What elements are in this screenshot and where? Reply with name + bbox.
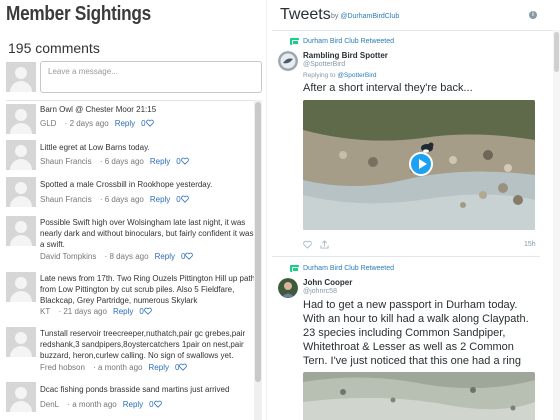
heart-icon xyxy=(153,400,162,408)
heart-icon xyxy=(185,252,194,260)
avatar xyxy=(6,272,36,302)
comment-meta: Shaun Francis · 6 days ago Reply 0 xyxy=(40,157,189,166)
heart-icon xyxy=(303,240,312,249)
reply-button[interactable]: Reply xyxy=(150,157,170,166)
heart-icon xyxy=(144,307,152,315)
avatar xyxy=(6,327,36,357)
share-icon xyxy=(320,240,329,249)
reply-button[interactable]: Reply xyxy=(113,307,133,316)
comment-time[interactable]: a month ago xyxy=(98,363,142,372)
comment-time[interactable]: 2 days ago xyxy=(70,119,109,128)
user-avatar xyxy=(6,62,36,92)
avatar xyxy=(6,216,36,246)
comment-meta: KT · 21 days ago Reply 0 xyxy=(40,307,152,316)
comment-author[interactable]: Shaun Francis xyxy=(40,157,92,166)
comment-meta: David Tompkins · 8 days ago Reply 0 xyxy=(40,252,194,261)
tweet-photo xyxy=(303,372,535,420)
comment-author[interactable]: DenL xyxy=(40,400,59,409)
column-separator xyxy=(266,0,267,420)
heart-icon xyxy=(180,157,189,165)
avatar xyxy=(6,382,36,412)
like-button[interactable]: 0 xyxy=(181,252,194,261)
avatar xyxy=(6,177,36,207)
timeline-title: Tweets xyxy=(280,6,331,23)
heart-icon xyxy=(145,119,154,127)
timeline-scrollbar[interactable] xyxy=(553,30,560,420)
like-button[interactable]: 0 xyxy=(175,363,188,372)
retweet-label[interactable]: Durham Bird Club Retweeted xyxy=(303,265,394,272)
tweet-text: Had to get a new passport in Durham toda… xyxy=(303,299,529,381)
comment-meta: GLD · 2 days ago Reply 0 xyxy=(40,119,154,128)
avatar xyxy=(6,140,36,170)
replying-prefix: Replying to xyxy=(303,72,336,79)
comment-time[interactable]: 6 days ago xyxy=(105,157,144,166)
reply-button[interactable]: Reply xyxy=(149,363,169,372)
comment-meta: Fred hobson · a month ago Reply 0 xyxy=(40,363,188,372)
twitter-timeline: Tweets by @DurhamBirdClub i Durham Bird … xyxy=(272,0,560,420)
comment-text: Dcac fishing ponds brasside sand martins… xyxy=(40,385,230,394)
message-input[interactable]: Leave a message... xyxy=(40,61,262,93)
like-button[interactable]: 0 xyxy=(141,119,154,128)
comments-scrollbar[interactable] xyxy=(254,100,262,420)
reply-button[interactable]: Reply xyxy=(115,119,135,128)
reply-button[interactable]: Reply xyxy=(155,252,175,261)
tweet-author-name[interactable]: John Cooper xyxy=(303,278,352,287)
like-button[interactable]: 0 xyxy=(149,400,162,409)
tweet-image[interactable] xyxy=(303,372,535,420)
comment-text: Possible Swift high over Wolsingham late… xyxy=(40,218,254,249)
comment-author[interactable]: GLD xyxy=(40,119,56,128)
comment-author[interactable]: David Tompkins xyxy=(40,252,96,261)
reply-button[interactable]: Reply xyxy=(150,195,170,204)
tweet-author-handle[interactable]: @johnrc58 xyxy=(303,288,337,295)
tweet[interactable]: Durham Bird Club Retweeted Rambling Bird… xyxy=(272,31,540,257)
retweet-label[interactable]: Durham Bird Club Retweeted xyxy=(303,38,394,45)
tweet-avatar[interactable] xyxy=(278,278,298,298)
comment-text: Late news from 17th. Two Ring Ouzels Pit… xyxy=(40,274,256,305)
comments-panel: Member Sightings 195 comments Leave a me… xyxy=(0,0,264,420)
comment-text: Spotted a male Crossbill in Rookhope yes… xyxy=(40,180,213,189)
replying-to: Replying to @SpotterBird xyxy=(303,72,376,79)
play-button[interactable] xyxy=(409,152,433,176)
timeline-owner-link[interactable]: @DurhamBirdClub xyxy=(340,13,399,20)
tweet-avatar[interactable] xyxy=(278,51,298,71)
replying-handle[interactable]: @SpotterBird xyxy=(337,72,376,79)
like-button[interactable]: 0 xyxy=(176,157,189,166)
heart-icon xyxy=(179,363,188,371)
comment-time[interactable]: 21 days ago xyxy=(63,307,107,316)
comment-count: 195 comments xyxy=(8,40,100,56)
tweet-author-handle[interactable]: @SpotterBird xyxy=(303,61,345,68)
scrollbar-thumb[interactable] xyxy=(554,32,559,72)
page-title: Member Sightings xyxy=(6,3,151,25)
comment-time[interactable]: 6 days ago xyxy=(105,195,144,204)
scrollbar-thumb[interactable] xyxy=(255,102,261,382)
timeline-byline: by @DurhamBirdClub xyxy=(331,13,399,20)
tweet-text: After a short interval they're back... xyxy=(303,82,473,94)
comment-author[interactable]: KT xyxy=(40,307,50,316)
share-tweet-button[interactable] xyxy=(320,240,329,251)
like-button[interactable]: 0 xyxy=(176,195,189,204)
tweet-video[interactable] xyxy=(303,100,535,230)
reply-button[interactable]: Reply xyxy=(123,400,143,409)
retweet-icon xyxy=(290,265,299,272)
heart-icon xyxy=(180,195,189,203)
comment-text: Barn Owl @ Chester Moor 21:15 xyxy=(40,105,157,114)
by-prefix: by xyxy=(331,13,339,20)
retweet-icon xyxy=(290,38,299,45)
comment-text: Tunstall reservoir treecreeper,nuthatch,… xyxy=(40,329,246,360)
tweet-timestamp[interactable]: 15h xyxy=(524,241,536,248)
info-icon[interactable]: i xyxy=(529,11,537,19)
tweet[interactable]: Durham Bird Club Retweeted John Cooper @… xyxy=(272,258,540,420)
comment-author[interactable]: Shaun Francis xyxy=(40,195,92,204)
comment-time[interactable]: 8 days ago xyxy=(109,252,148,261)
like-tweet-button[interactable] xyxy=(303,240,312,251)
tweet-author-name[interactable]: Rambling Bird Spotter xyxy=(303,51,388,60)
divider xyxy=(6,100,262,101)
comment-text: Little egret at Low Barns today. xyxy=(40,143,150,152)
comment-meta: Shaun Francis · 6 days ago Reply 0 xyxy=(40,195,189,204)
comment-author[interactable]: Fred hobson xyxy=(40,363,85,372)
comment-time[interactable]: a month ago xyxy=(72,400,116,409)
comment-meta: DenL · a month ago Reply 0 xyxy=(40,400,162,409)
avatar xyxy=(6,104,36,134)
like-button[interactable]: 0 xyxy=(139,307,152,316)
